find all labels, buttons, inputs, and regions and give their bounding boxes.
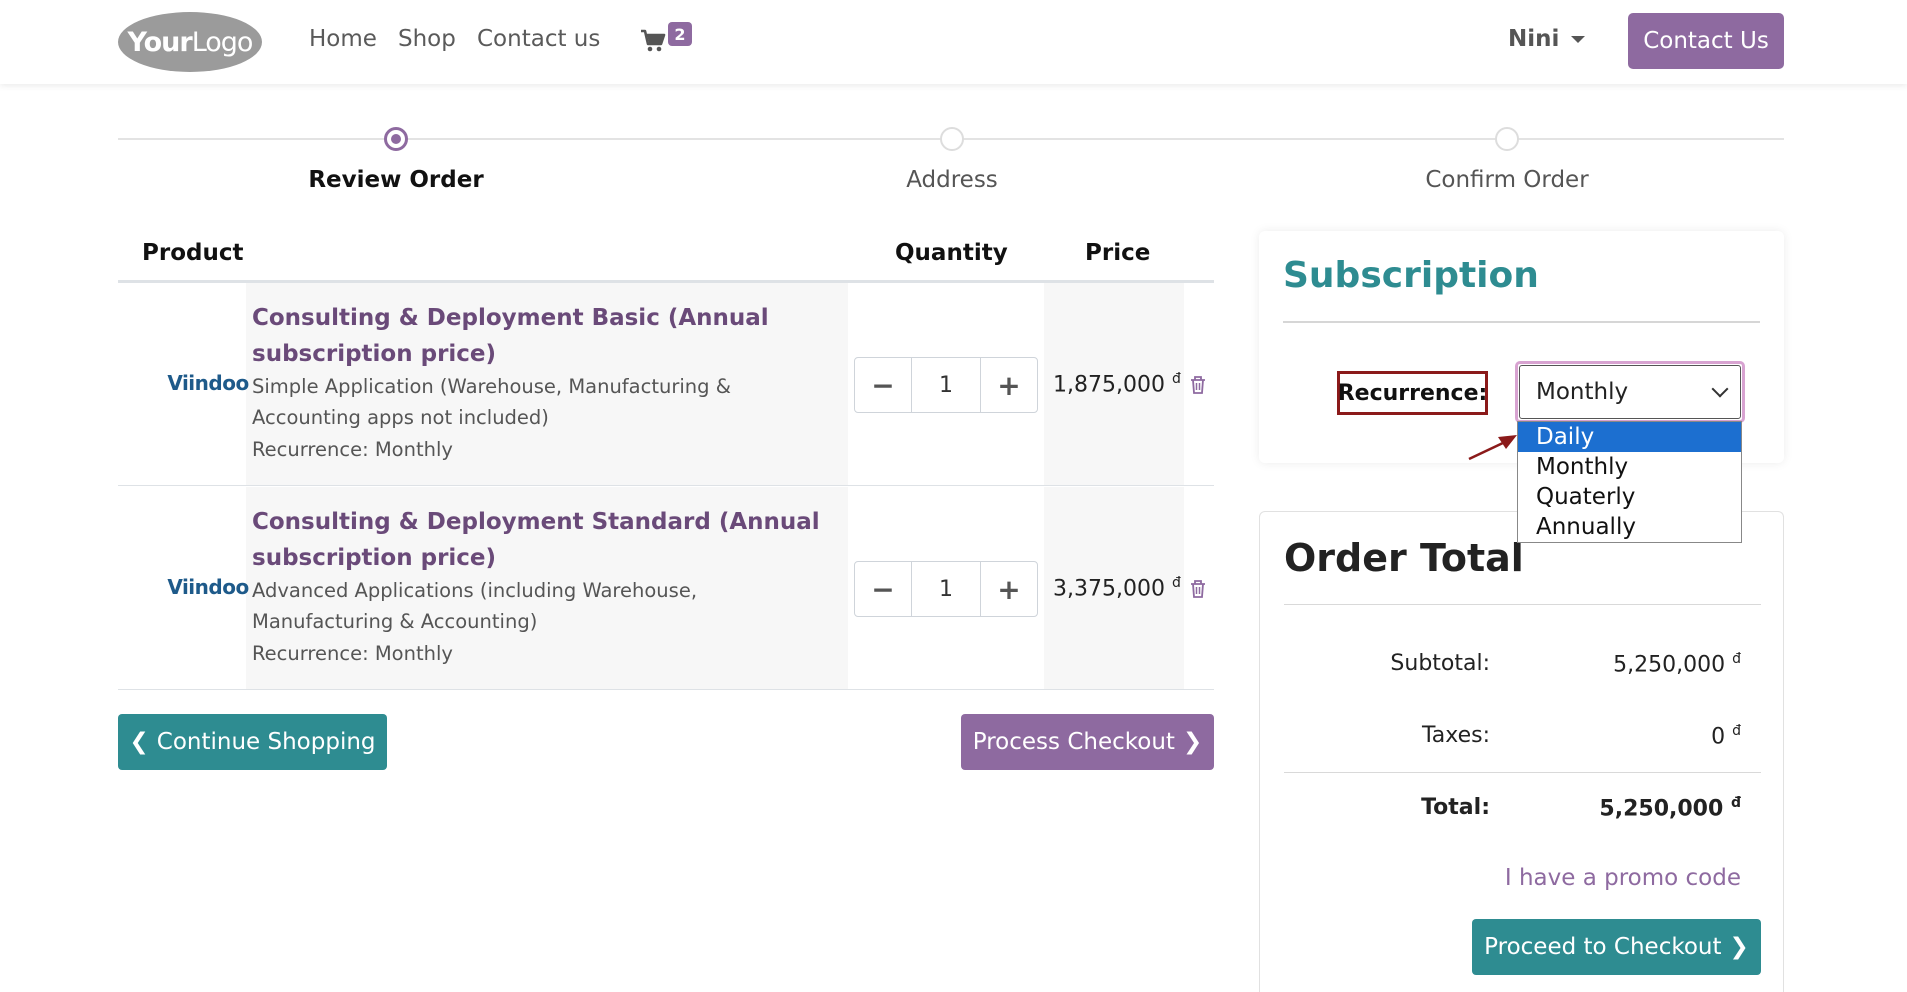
chevron-right-icon: ❯ — [1729, 934, 1749, 960]
column-header-product: Product — [142, 240, 244, 266]
process-checkout-button[interactable]: Process Checkout ❯ — [961, 714, 1214, 770]
promo-code-link[interactable]: I have a promo code — [1260, 865, 1741, 891]
option-daily[interactable]: Daily — [1518, 422, 1741, 452]
order-total-card: Order Total Subtotal: 5,250,000 đ Taxes:… — [1259, 511, 1784, 992]
quantity-input[interactable]: 1 — [911, 358, 981, 412]
user-name: Nini — [1508, 26, 1560, 52]
option-quaterly[interactable]: Quaterly — [1518, 482, 1741, 512]
trash-icon[interactable] — [1189, 375, 1207, 395]
total-value: 5,250,000 đ — [1599, 795, 1741, 822]
recurrence-select[interactable]: Monthly — [1515, 361, 1745, 423]
site-header: Your Logo Home Shop Contact us 2 Nini Con… — [0, 0, 1907, 84]
product-description: Simple Application (Warehouse, Manufactu… — [252, 375, 731, 429]
nav-home[interactable]: Home — [309, 26, 377, 52]
product-recurrence: Recurrence: Monthly — [252, 642, 453, 665]
continue-shopping-button[interactable]: ❮ Continue Shopping — [118, 714, 387, 770]
cart-row: Viindoo Consulting & Deployment Basic (A… — [118, 283, 1214, 486]
chevron-left-icon: ❮ — [129, 729, 149, 755]
cart-count-badge[interactable]: 2 — [668, 22, 692, 46]
proceed-to-checkout-button[interactable]: Proceed to Checkout ❯ — [1472, 919, 1761, 975]
cart-icon[interactable] — [640, 28, 666, 54]
option-monthly[interactable]: Monthly — [1518, 452, 1741, 482]
step-review-dot — [384, 127, 408, 151]
caret-down-icon — [1571, 35, 1586, 43]
minus-icon[interactable]: − — [855, 562, 911, 616]
product-description: Advanced Applications (including Warehou… — [252, 579, 698, 633]
subtotal-value: 5,250,000 đ — [1613, 651, 1741, 678]
user-menu[interactable]: Nini — [1508, 26, 1586, 52]
column-header-price: Price — [1085, 240, 1151, 266]
order-total-title: Order Total — [1284, 536, 1524, 580]
recurrence-label: Recurrence: — [1337, 371, 1488, 415]
column-header-quantity: Quantity — [895, 240, 1008, 266]
subscription-title: Subscription — [1283, 255, 1539, 296]
line-price: 1,875,000 đ — [1053, 371, 1181, 398]
product-recurrence: Recurrence: Monthly — [252, 438, 453, 461]
quantity-stepper: − 1 + — [854, 561, 1038, 617]
step-confirm-dot — [1495, 127, 1519, 151]
nav-contact-us[interactable]: Contact us — [477, 26, 600, 52]
plus-icon[interactable]: + — [981, 562, 1037, 616]
product-thumbnail[interactable]: Viindoo — [160, 575, 256, 599]
quantity-input[interactable]: 1 — [911, 562, 981, 616]
recurrence-dropdown: Daily Monthly Quaterly Annually — [1517, 421, 1742, 543]
option-annually[interactable]: Annually — [1518, 512, 1741, 542]
product-title[interactable]: Consulting & Deployment Standard (Annual… — [252, 504, 832, 576]
line-price: 3,375,000 đ — [1053, 575, 1181, 602]
product-title[interactable]: Consulting & Deployment Basic (Annual su… — [252, 300, 832, 372]
step-review-label: Review Order — [308, 167, 484, 193]
cart-row: Viindoo Consulting & Deployment Standard… — [118, 487, 1214, 690]
divider — [1283, 321, 1760, 323]
annotation-arrow-icon — [1468, 435, 1517, 461]
minus-icon[interactable]: − — [855, 358, 911, 412]
step-confirm-label: Confirm Order — [1425, 167, 1589, 193]
step-address-dot — [940, 127, 964, 151]
product-thumbnail[interactable]: Viindoo — [160, 371, 256, 395]
nav-shop[interactable]: Shop — [398, 26, 456, 52]
contact-us-button[interactable]: Contact Us — [1628, 13, 1784, 69]
divider — [1284, 604, 1761, 605]
chevron-right-icon: ❯ — [1182, 729, 1203, 755]
taxes-value: 0 đ — [1711, 723, 1741, 750]
trash-icon[interactable] — [1189, 579, 1207, 599]
chevron-down-icon — [1711, 380, 1729, 398]
divider — [1284, 772, 1761, 773]
company-logo[interactable]: Your Logo — [118, 12, 262, 72]
step-address-label: Address — [906, 167, 998, 193]
plus-icon[interactable]: + — [981, 358, 1037, 412]
quantity-stepper: − 1 + — [854, 357, 1038, 413]
